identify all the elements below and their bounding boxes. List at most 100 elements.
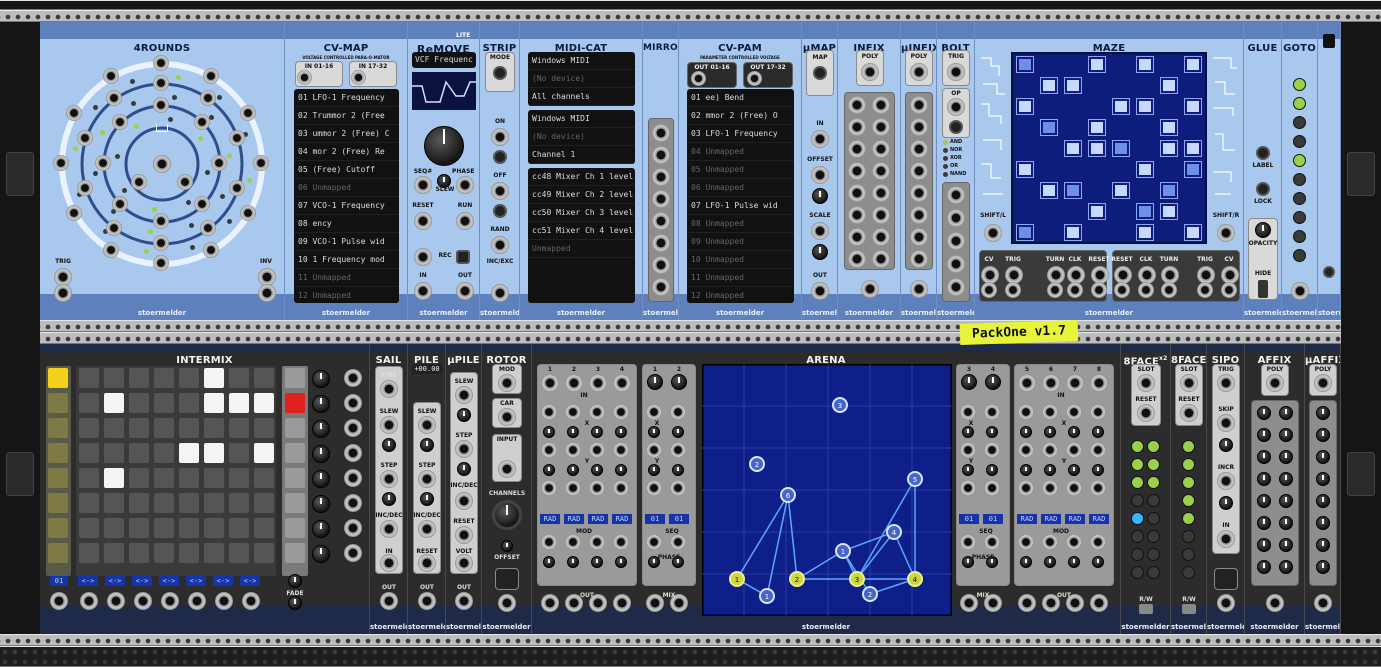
- x-knob[interactable]: [567, 426, 579, 438]
- infix-out-jack[interactable]: [872, 118, 890, 136]
- matrix-pad[interactable]: [254, 518, 274, 538]
- round-jack[interactable]: [103, 241, 119, 258]
- list-item[interactable]: All channels: [528, 88, 635, 106]
- output-gain-knob[interactable]: [312, 495, 330, 513]
- run-jack[interactable]: [456, 212, 474, 230]
- matrix-pad[interactable]: [179, 468, 199, 488]
- slot-led[interactable]: [1147, 548, 1160, 561]
- list-item[interactable]: 10 Unmapped: [687, 251, 794, 269]
- channels-knob[interactable]: [492, 500, 522, 530]
- infix-in-jack[interactable]: [848, 162, 866, 180]
- incr-knob[interactable]: [1219, 496, 1233, 510]
- maze-grid[interactable]: [1011, 52, 1207, 244]
- mod-jack[interactable]: [565, 534, 581, 550]
- matrix-pad[interactable]: [129, 443, 149, 463]
- rec-jack[interactable]: [414, 248, 432, 266]
- center-jack[interactable]: [153, 155, 171, 173]
- maze-io-jack-lower[interactable]: [1221, 282, 1237, 298]
- maze-cell[interactable]: [1184, 161, 1202, 178]
- output-jack[interactable]: [344, 494, 362, 512]
- step-jack[interactable]: [418, 470, 436, 488]
- y-knob[interactable]: [962, 464, 974, 476]
- reset-jack[interactable]: [418, 554, 436, 572]
- y-mod-jack[interactable]: [1066, 480, 1082, 496]
- matrix-pad[interactable]: [79, 543, 99, 563]
- maze-io-jack-lower[interactable]: [1091, 282, 1107, 298]
- mod-jack[interactable]: [670, 534, 686, 550]
- matrix-pad[interactable]: [79, 368, 99, 388]
- arena-field[interactable]: 3 2 6 5 4 1 1 2 3 4 1 2: [702, 364, 952, 616]
- maze-io-jack-lower[interactable]: [981, 282, 997, 298]
- list-item[interactable]: Channel 1: [528, 146, 635, 164]
- input-jack[interactable]: [80, 592, 98, 610]
- scale-knob[interactable]: [812, 244, 828, 260]
- list-item[interactable]: cc50 Mixer Ch 3 level: [528, 204, 635, 222]
- x-jack[interactable]: [670, 404, 686, 420]
- rad-button[interactable]: RAD: [1089, 514, 1109, 524]
- maze-cell[interactable]: [1136, 224, 1154, 241]
- output-gain-knob[interactable]: [312, 520, 330, 538]
- list-item[interactable]: cc49 Mixer Ch 2 level: [528, 186, 635, 204]
- mirror-jack[interactable]: [652, 278, 670, 296]
- goto-slot-button[interactable]: [1293, 97, 1306, 110]
- list-item[interactable]: Windows MIDI: [528, 52, 635, 70]
- lock-button[interactable]: [1256, 182, 1270, 196]
- incdec-jack[interactable]: [418, 520, 436, 538]
- list-item[interactable]: cc48 Mixer Ch 1 level: [528, 168, 635, 186]
- list-item[interactable]: 02 Trummor 2 (Free: [294, 107, 399, 125]
- skip-knob[interactable]: [1219, 438, 1233, 452]
- poly-jack[interactable]: [1314, 374, 1332, 392]
- y-mod-jack[interactable]: [589, 480, 605, 496]
- affix-knob[interactable]: [1257, 494, 1271, 508]
- round-jack[interactable]: [76, 179, 93, 196]
- list-item[interactable]: 09 Unmapped: [687, 233, 794, 251]
- bolt-jack[interactable]: [947, 232, 965, 250]
- matrix-pad[interactable]: [179, 418, 199, 438]
- mirror-jack[interactable]: [652, 234, 670, 252]
- out-jack[interactable]: [380, 592, 398, 610]
- affix-knob[interactable]: [1279, 428, 1293, 442]
- list-item[interactable]: 04 Unmapped: [687, 143, 794, 161]
- mod-jack[interactable]: [613, 534, 629, 550]
- input-jack[interactable]: [215, 592, 233, 610]
- scene-pad[interactable]: [48, 468, 68, 488]
- y-jack[interactable]: [960, 442, 976, 458]
- maze-cell[interactable]: [1184, 140, 1202, 157]
- midi-output-selector[interactable]: Windows MIDI (No device) Channel 1: [528, 110, 635, 164]
- offset-knob[interactable]: [501, 540, 513, 552]
- output-pad[interactable]: [285, 468, 305, 488]
- maze-cell[interactable]: [1160, 203, 1178, 220]
- affix-knob[interactable]: [1279, 516, 1293, 530]
- input-node[interactable]: 2: [749, 456, 765, 472]
- matrix-pad[interactable]: [179, 368, 199, 388]
- mix-level-knob[interactable]: [647, 374, 663, 390]
- midi-mapping-list[interactable]: cc48 Mixer Ch 1 level cc49 Mixer Ch 2 lev…: [528, 168, 635, 303]
- step-knob[interactable]: [382, 492, 396, 506]
- matrix-pad[interactable]: [179, 443, 199, 463]
- maze-cell[interactable]: [1136, 98, 1154, 115]
- mod-knob[interactable]: [1044, 556, 1056, 568]
- output-pad[interactable]: [285, 368, 305, 388]
- map-button[interactable]: [813, 66, 827, 80]
- output-jack[interactable]: [344, 519, 362, 537]
- affix-knob[interactable]: [1257, 538, 1271, 552]
- goto-slot-button[interactable]: [1293, 211, 1306, 224]
- goto-trig-jack[interactable]: [1291, 282, 1309, 300]
- list-item[interactable]: 07 LFO-1 Pulse wid: [687, 197, 794, 215]
- y-jack[interactable]: [1066, 442, 1082, 458]
- x-jack[interactable]: [1042, 404, 1058, 420]
- mod-jack[interactable]: [960, 534, 976, 550]
- stroke-button[interactable]: [1323, 266, 1335, 278]
- mirror-jack[interactable]: [652, 146, 670, 164]
- list-item[interactable]: 12 Unmapped: [294, 287, 399, 303]
- poly-jack[interactable]: [910, 63, 928, 81]
- list-item[interactable]: 03 ummor 2 (Free) C: [294, 125, 399, 143]
- on-jack[interactable]: [491, 128, 509, 146]
- input-jack[interactable]: [107, 592, 125, 610]
- matrix-pad[interactable]: [179, 493, 199, 513]
- output-pad[interactable]: [285, 443, 305, 463]
- in-jack[interactable]: [1217, 530, 1235, 548]
- bolt-jack[interactable]: [947, 255, 965, 273]
- slot-led[interactable]: [1147, 440, 1160, 453]
- out-jack[interactable]: [1314, 594, 1332, 612]
